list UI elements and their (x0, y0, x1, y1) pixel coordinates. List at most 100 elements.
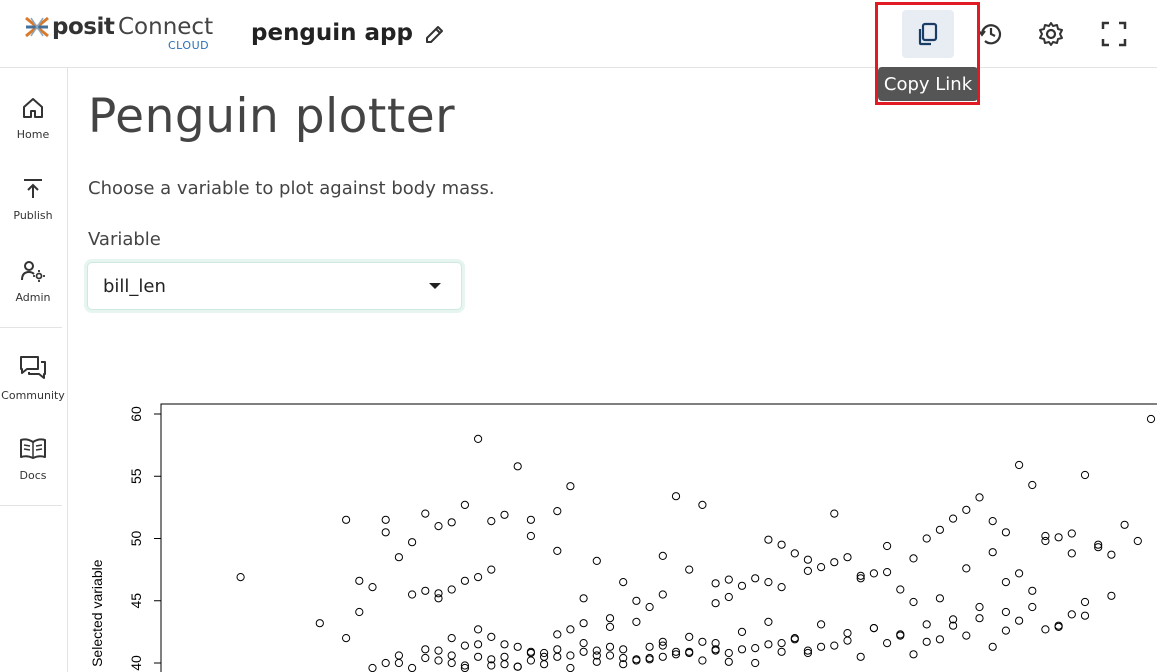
data-point (658, 551, 667, 560)
data-point (869, 624, 879, 633)
data-point (962, 505, 971, 515)
history-icon (978, 24, 1002, 45)
data-point (975, 493, 984, 502)
data-point (1146, 414, 1156, 424)
data-point (790, 549, 799, 558)
data-point (619, 645, 628, 654)
y-axis-label: Selected variable (89, 559, 105, 667)
data-point (764, 617, 773, 626)
app-title: penguin app (251, 20, 413, 46)
sidebar-item-label: Publish (13, 209, 53, 222)
data-point (975, 602, 984, 612)
data-point (711, 599, 720, 608)
data-point (658, 590, 667, 599)
data-point (1067, 610, 1076, 619)
data-point (460, 500, 469, 510)
data-point (408, 590, 417, 599)
data-point (566, 482, 575, 491)
data-point (751, 644, 760, 653)
data-point (605, 642, 615, 651)
gear-icon (1039, 22, 1063, 46)
sidebar-divider (0, 505, 62, 506)
data-point (315, 619, 324, 628)
posit-connect-cloud-logo[interactable]: posit Connect CLOUD (24, 14, 224, 54)
data-point (658, 652, 667, 661)
fullscreen-button[interactable] (1089, 9, 1139, 59)
data-point (1080, 611, 1090, 620)
data-point (1028, 480, 1037, 490)
data-point (500, 640, 509, 649)
data-point (381, 658, 390, 668)
sidebar-item-label: Home (16, 128, 50, 141)
data-point (817, 563, 826, 572)
data-point (962, 631, 971, 640)
data-point (566, 663, 575, 672)
data-point (1133, 536, 1142, 546)
data-point (935, 594, 945, 603)
upload-icon (24, 179, 42, 198)
sidebar-item-home[interactable]: Home (0, 96, 66, 141)
data-point (883, 639, 892, 648)
data-point (975, 614, 984, 623)
data-point (843, 636, 852, 645)
data-point (830, 509, 839, 518)
data-point (421, 586, 430, 595)
data-point (1107, 591, 1116, 600)
logo-connect-text: Connect (118, 14, 214, 40)
data-point (592, 646, 601, 655)
settings-button[interactable] (1026, 9, 1076, 59)
data-point (368, 583, 377, 592)
sidebar-item-publish[interactable]: Publish (0, 177, 66, 222)
data-point (447, 658, 456, 668)
data-point (1015, 569, 1024, 578)
sidebar: Home Publish Admin Community Docs (0, 68, 68, 672)
data-point (553, 630, 562, 639)
data-point (830, 558, 839, 567)
data-point (909, 597, 918, 607)
data-point (460, 576, 469, 585)
data-point (394, 658, 403, 668)
data-point (487, 517, 496, 526)
data-point (342, 634, 351, 643)
data-point (737, 581, 747, 590)
logo-posit-text: posit (52, 14, 115, 40)
data-point (962, 564, 971, 573)
data-point (500, 660, 509, 669)
data-point (513, 662, 522, 671)
book-icon (20, 438, 46, 459)
data-point (777, 639, 786, 648)
data-point (553, 546, 562, 555)
posit-logo-mark-icon (25, 16, 49, 38)
variable-label: Variable (88, 229, 161, 250)
chat-icon (20, 356, 46, 379)
data-point (1015, 616, 1024, 625)
data-point (645, 602, 654, 612)
data-point (526, 656, 535, 665)
data-point (896, 585, 905, 594)
data-point (724, 648, 733, 658)
data-point (632, 617, 641, 626)
data-point (803, 566, 813, 575)
data-point (474, 625, 483, 634)
data-point (869, 569, 879, 578)
data-point (394, 553, 403, 562)
data-point (579, 619, 588, 628)
data-point (1107, 550, 1116, 559)
data-point (1015, 460, 1024, 470)
edit-icon[interactable] (423, 22, 447, 46)
sidebar-item-community[interactable]: Community (0, 355, 66, 402)
data-point (1028, 602, 1037, 612)
variable-select[interactable]: bill_len (87, 262, 462, 310)
home-icon (23, 98, 43, 118)
data-point (500, 652, 509, 661)
data-point (605, 614, 615, 623)
sidebar-item-docs[interactable]: Docs (0, 437, 66, 482)
data-point (434, 522, 443, 531)
data-point (408, 663, 417, 672)
data-point (764, 640, 773, 649)
sidebar-item-admin[interactable]: Admin (0, 259, 66, 304)
data-point (619, 578, 628, 587)
data-point (368, 663, 377, 672)
data-point (1041, 625, 1050, 634)
y-tick-label: 60 (128, 406, 144, 422)
